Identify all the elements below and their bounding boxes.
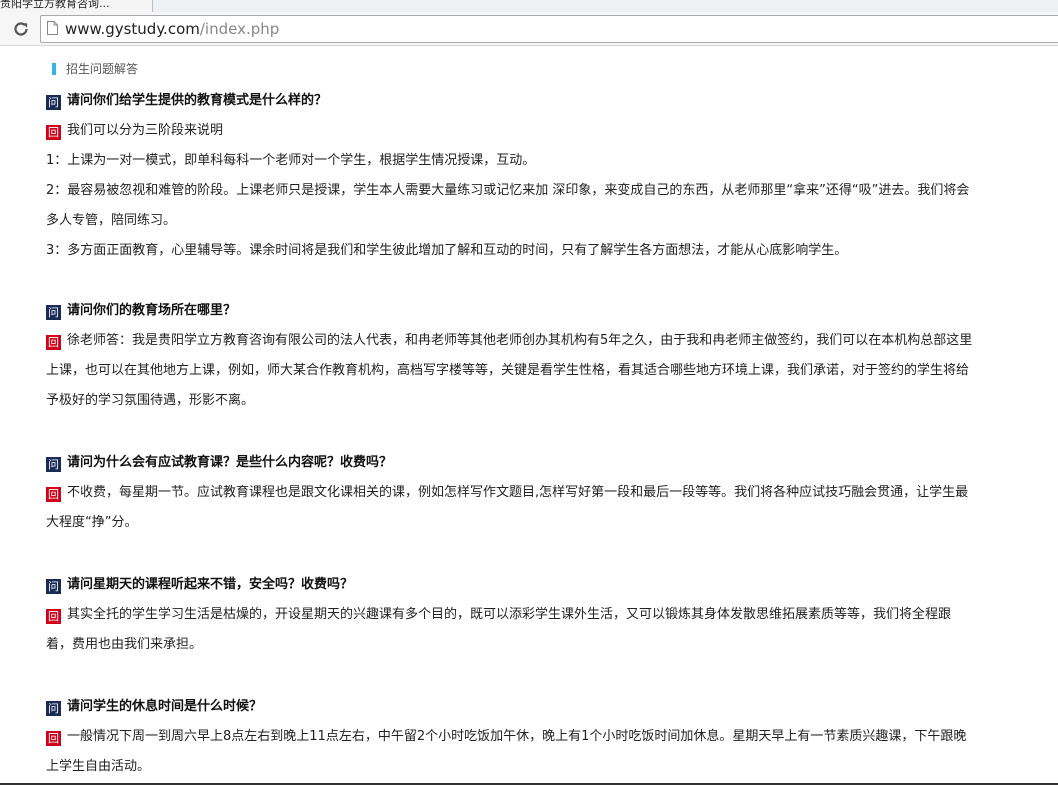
qa-answer-line: 上学生自由活动。 bbox=[46, 759, 151, 774]
qa-answer-line: 上课，也可以在其他地方上课，例如，师大某合作教育机构，高档写字楼等等，关键是看学… bbox=[46, 363, 970, 378]
tab-title: 贵阳学立方教育咨询... bbox=[0, 0, 110, 10]
qa-item-5: 问请问学生的休息时间是什么时候？ 回一般情况下周一到周六早上8点左右到晚上11点… bbox=[46, 692, 1046, 782]
answer-text: 我们可以分为三阶段来说明 bbox=[67, 123, 224, 138]
qa-question: 问请问为什么会有应试教育课？是些什么内容呢？收费吗？ bbox=[46, 448, 1046, 478]
qa-answer-line: 回其实全托的学生学习生活是枯燥的，开设星期天的兴趣课有多个目的，既可以添彩学生课… bbox=[46, 600, 1046, 630]
qa-item-3: 问请问为什么会有应试教育课？是些什么内容呢？收费吗？ 回不收费，每星期一节。应试… bbox=[46, 448, 1046, 538]
qa-answer-line: 回一般情况下周一到周六早上8点左右到晚上11点左右，中午留2个小时吃饭加午休，晚… bbox=[46, 722, 1046, 752]
qa-answer-line: 回我们可以分为三阶段来说明 bbox=[46, 116, 1046, 146]
section-title: 招生问题解答 bbox=[52, 61, 138, 77]
page-content: 招生问题解答 问请问你们给学生提供的教育模式是什么样的？ 回我们可以分为三阶段来… bbox=[0, 46, 1058, 785]
question-badge: 问 bbox=[46, 305, 61, 320]
page-icon bbox=[47, 21, 58, 35]
answer-text: 徐老师答：我是贵阳学立方教育咨询有限公司的法人代表，和冉老师等其他老师创办其机构… bbox=[67, 333, 973, 348]
answer-text: 不收费，每星期一节。应试教育课程也是跟文化课相关的课，例如怎样写作文题目,怎样写… bbox=[67, 485, 969, 500]
answer-badge: 回 bbox=[46, 335, 61, 350]
qa-answer-line: 3：多方面正面教育，心里辅导等。课余时间将是我们和学生彼此增加了解和互动的时间，… bbox=[46, 243, 848, 258]
url-text[interactable]: www.gystudy.com/index.php bbox=[65, 19, 279, 39]
qa-item-2: 问请问你们的教育场所在哪里？ 回徐老师答：我是贵阳学立方教育咨询有限公司的法人代… bbox=[46, 296, 1046, 416]
browser-tab[interactable]: 贵阳学立方教育咨询... bbox=[0, 0, 153, 12]
section-title-text: 招生问题解答 bbox=[66, 62, 139, 76]
question-text: 请问学生的休息时间是什么时候？ bbox=[67, 699, 263, 714]
answer-badge: 回 bbox=[46, 731, 61, 746]
tab-strip: 贵阳学立方教育咨询... bbox=[0, 0, 1058, 12]
question-text: 请问你们的教育场所在哪里？ bbox=[67, 303, 237, 318]
qa-answer-line: 着，费用也由我们来承担。 bbox=[46, 637, 203, 652]
qa-item-1: 问请问你们给学生提供的教育模式是什么样的？ 回我们可以分为三阶段来说明 1：上课… bbox=[46, 86, 1046, 266]
qa-question: 问请问星期天的课程听起来不错，安全吗？收费吗？ bbox=[46, 570, 1046, 600]
answer-badge: 回 bbox=[46, 487, 61, 502]
section-marker bbox=[52, 63, 56, 75]
qa-item-4: 问请问星期天的课程听起来不错，安全吗？收费吗？ 回其实全托的学生学习生活是枯燥的… bbox=[46, 570, 1046, 660]
answer-text: 一般情况下周一到周六早上8点左右到晚上11点左右，中午留2个小时吃饭加午休，晚上… bbox=[67, 729, 967, 744]
address-bar[interactable]: www.gystudy.com/index.php bbox=[40, 15, 1058, 43]
qa-answer-line: 回不收费，每星期一节。应试教育课程也是跟文化课相关的课，例如怎样写作文题目,怎样… bbox=[46, 478, 1046, 508]
answer-badge: 回 bbox=[46, 609, 61, 624]
reload-button[interactable] bbox=[10, 18, 32, 40]
reload-icon bbox=[14, 22, 28, 36]
qa-answer-line: 回徐老师答：我是贵阳学立方教育咨询有限公司的法人代表，和冉老师等其他老师创办其机… bbox=[46, 326, 1046, 356]
qa-question: 问请问你们给学生提供的教育模式是什么样的？ bbox=[46, 86, 1046, 116]
question-text: 请问为什么会有应试教育课？是些什么内容呢？收费吗？ bbox=[67, 455, 393, 470]
qa-answer-line: 1：上课为一对一模式，即单科每科一个老师对一个学生，根据学生情况授课，互动。 bbox=[46, 153, 536, 168]
qa-answer-line: 2：最容易被忽视和难管的阶段。上课老师只是授课，学生本人需要大量练习或记忆来加 … bbox=[46, 183, 970, 198]
question-text: 请问星期天的课程听起来不错，安全吗？收费吗？ bbox=[67, 577, 354, 592]
url-host: www.gystudy.com bbox=[65, 20, 200, 38]
url-path: /index.php bbox=[199, 20, 280, 38]
answer-text: 其实全托的学生学习生活是枯燥的，开设星期天的兴趣课有多个目的，既可以添彩学生课外… bbox=[67, 607, 952, 622]
qa-answer-line: 予极好的学习氛围待遇，形影不离。 bbox=[46, 393, 255, 408]
question-badge: 问 bbox=[46, 579, 61, 594]
answer-badge: 回 bbox=[46, 125, 61, 140]
browser-toolbar: www.gystudy.com/index.php bbox=[0, 12, 1058, 46]
question-text: 请问你们给学生提供的教育模式是什么样的？ bbox=[67, 93, 328, 108]
question-badge: 问 bbox=[46, 95, 61, 110]
qa-answer-line: 多人专管，陪同练习。 bbox=[46, 213, 177, 228]
qa-question: 问请问学生的休息时间是什么时候？ bbox=[46, 692, 1046, 722]
question-badge: 问 bbox=[46, 457, 61, 472]
question-badge: 问 bbox=[46, 701, 61, 716]
qa-answer-line: 大程度“挣”分。 bbox=[46, 515, 138, 530]
qa-question: 问请问你们的教育场所在哪里？ bbox=[46, 296, 1046, 326]
